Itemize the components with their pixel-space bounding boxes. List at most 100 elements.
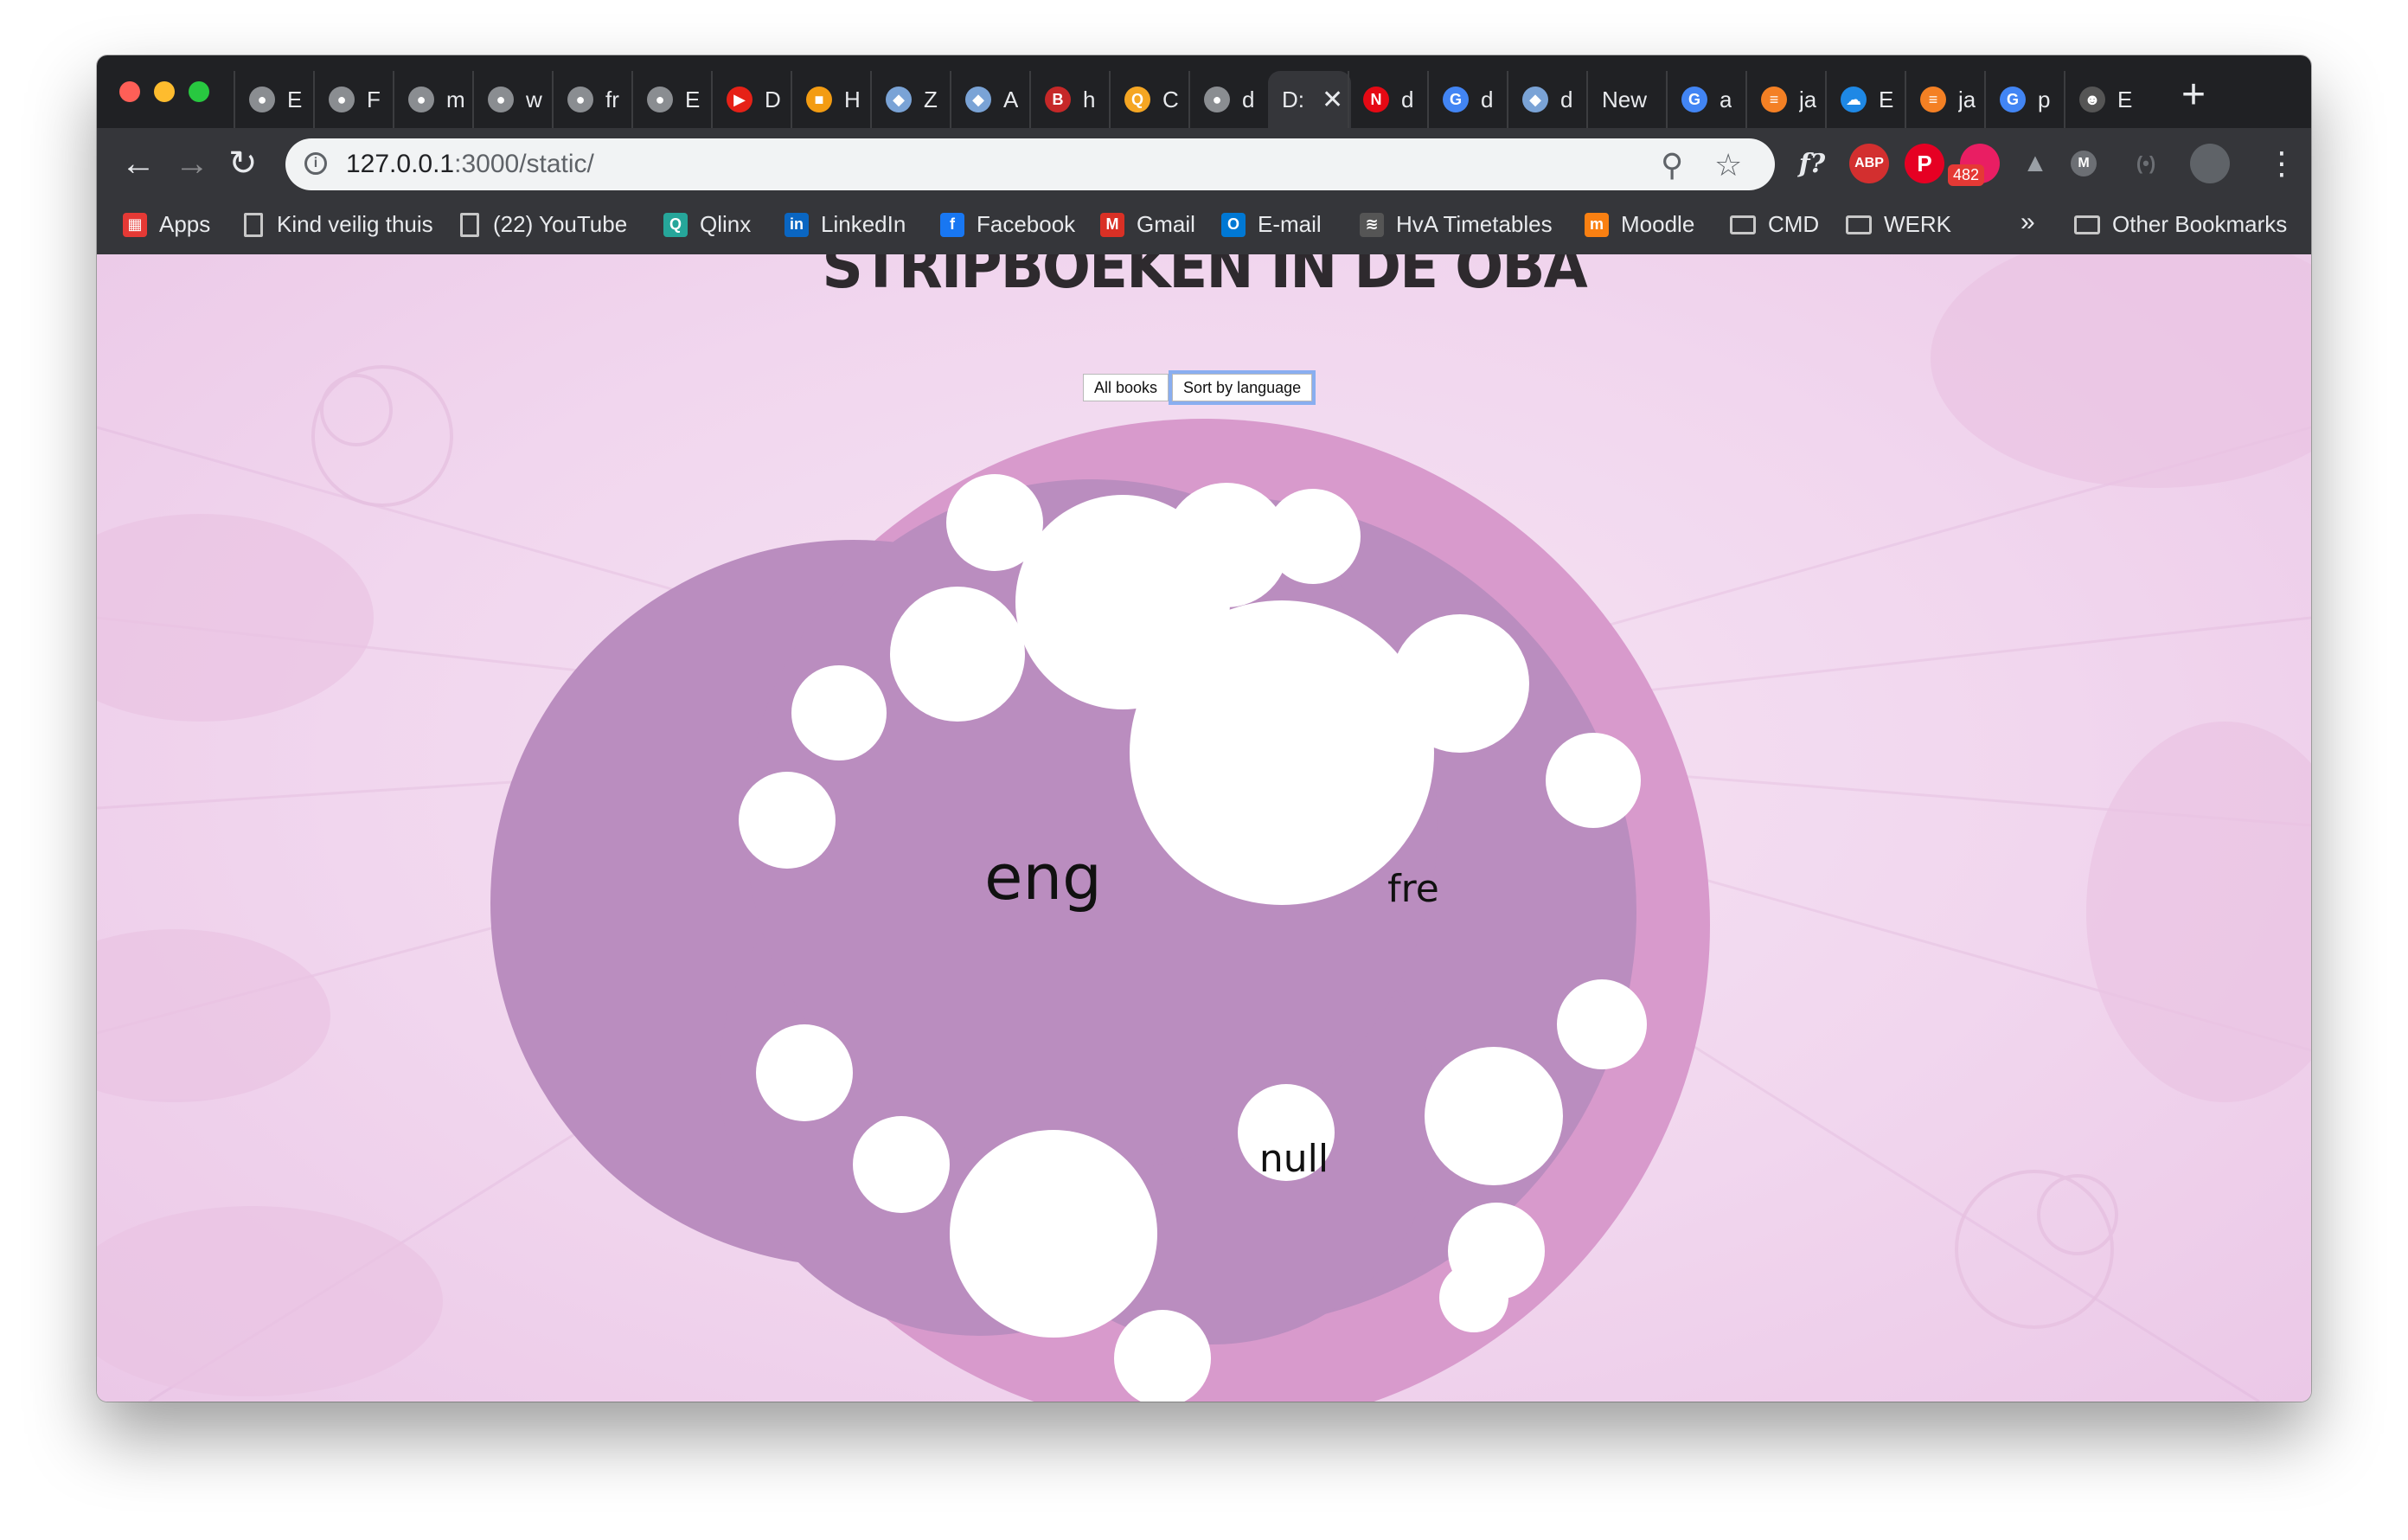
forward-arrow-icon[interactable]: → — [175, 144, 209, 183]
pinterest-icon[interactable]: P — [1905, 144, 1944, 183]
bookmark-label: Qlinx — [700, 211, 752, 237]
browser-tab[interactable]: Gp — [1984, 71, 2064, 128]
tab-title: fr — [605, 86, 619, 112]
qlinx-icon: Q — [663, 212, 688, 237]
page-icon — [460, 212, 479, 237]
browser-tab[interactable]: D: ✕ — [1268, 71, 1351, 128]
book-bubble[interactable] — [756, 1024, 853, 1121]
browser-tab[interactable]: ≡ ja — [1905, 71, 1984, 128]
book-bubble[interactable] — [890, 587, 1025, 722]
reload-icon[interactable]: ↻ — [228, 144, 258, 183]
book-bubble[interactable] — [1130, 600, 1434, 905]
bookmark-item[interactable]: in LinkedIn — [785, 211, 906, 238]
github-icon: ● — [488, 87, 514, 112]
browser-tab[interactable]: ≡ ja — [1745, 71, 1825, 128]
formula-extension-icon[interactable]: f? — [1792, 144, 1832, 183]
book-bubble[interactable] — [791, 665, 887, 760]
bookmark-item[interactable]: Kind veilig thuis — [244, 211, 433, 238]
linkedin-icon: in — [785, 212, 809, 237]
menu-dots-icon[interactable]: ⋮ — [2266, 144, 2297, 183]
tab-title: m — [446, 86, 465, 112]
browser-tab[interactable]: ◆ A — [950, 71, 1029, 128]
browser-tab[interactable]: ● fr — [552, 71, 631, 128]
browser-tab[interactable]: ● F — [313, 71, 393, 128]
folder-icon — [1846, 215, 1872, 234]
browser-tab[interactable]: QC — [1109, 71, 1188, 128]
browser-tab[interactable]: Ga — [1666, 71, 1745, 128]
new-tab-button[interactable]: + — [2181, 74, 2206, 116]
close-window-button[interactable] — [119, 81, 140, 102]
bookmark-star-icon[interactable]: ☆ — [1714, 147, 1742, 183]
maximize-window-button[interactable] — [189, 81, 209, 102]
book-bubble[interactable] — [1425, 1047, 1563, 1185]
browser-tab[interactable]: ☻ E — [2064, 71, 2143, 128]
user-avatar[interactable] — [2190, 144, 2230, 183]
site-info-icon[interactable]: i — [304, 152, 327, 175]
bookmarks-overflow-button[interactable]: » — [2021, 208, 2035, 237]
github-icon: ● — [408, 87, 434, 112]
other-bookmarks[interactable]: Other Bookmarks — [2074, 211, 2287, 238]
bookmark-item[interactable]: CMD — [1730, 211, 1819, 238]
tab-title: a — [1720, 86, 1732, 112]
drive-icon[interactable]: ▲ — [2015, 144, 2055, 183]
browser-tab[interactable]: ◆ d — [1507, 71, 1586, 128]
bookmark-item[interactable]: M Gmail — [1100, 211, 1195, 238]
bookmark-label: Apps — [159, 211, 211, 237]
tab-title: d — [1481, 86, 1494, 112]
book-bubble[interactable] — [1546, 733, 1641, 828]
cube-icon: ◆ — [965, 87, 991, 112]
browser-tab[interactable]: ■ H — [791, 71, 870, 128]
browser-tab[interactable]: ● E — [234, 71, 313, 128]
page-viewport: STRIPBOEKEN IN DE OBA All books Sort by … — [97, 254, 2311, 1402]
browser-tab[interactable]: ◆ Z — [870, 71, 950, 128]
browser-tab[interactable]: Bh — [1029, 71, 1109, 128]
close-tab-icon[interactable]: ✕ — [1322, 85, 1343, 115]
browser-tab[interactable]: New — [1586, 71, 1666, 128]
url-host: 127.0.0.1 — [346, 150, 455, 178]
book-bubble[interactable] — [1557, 979, 1647, 1069]
tab-title: D — [765, 86, 781, 112]
book-bubble[interactable] — [853, 1116, 950, 1213]
bookmark-item[interactable]: ≋ HvA Timetables — [1360, 211, 1553, 238]
browser-tab[interactable]: ● d — [1188, 71, 1268, 128]
bookmark-item[interactable]: ▦ Apps — [123, 211, 210, 238]
bookmark-label: CMD — [1768, 211, 1820, 237]
other-bookmarks-label: Other Bookmarks — [2112, 211, 2288, 237]
cloud-icon: ☁ — [1841, 87, 1867, 112]
bookmark-item[interactable]: O E-mail — [1221, 211, 1322, 238]
adblock-icon[interactable]: ABP — [1849, 144, 1889, 183]
bookmark-item[interactable]: (22) YouTube — [460, 211, 627, 238]
book-bubble[interactable] — [1265, 489, 1361, 584]
browser-tab[interactable]: ☁ E — [1825, 71, 1905, 128]
github-icon: ● — [567, 87, 593, 112]
url-text[interactable]: 127.0.0.1:3000/static/ — [346, 150, 594, 179]
address-bar[interactable]: i 127.0.0.1:3000/static/ ⚲ ☆ — [285, 138, 1775, 190]
google-icon: G — [1681, 87, 1707, 112]
profile-m-icon[interactable]: M — [2071, 151, 2097, 176]
extension-badge: 482 — [1948, 164, 1985, 186]
browser-tab[interactable]: ▶ D — [711, 71, 791, 128]
book-bubble[interactable] — [739, 772, 836, 869]
browser-tab[interactable]: ● E — [631, 71, 711, 128]
square-gradient-icon: ■ — [806, 87, 832, 112]
book-bubble[interactable] — [1439, 1263, 1508, 1332]
back-arrow-icon[interactable]: ← — [121, 144, 156, 183]
bookmark-item[interactable]: Q Qlinx — [663, 211, 751, 238]
book-bubble[interactable] — [950, 1130, 1157, 1338]
bookmark-item[interactable]: f Facebook — [940, 211, 1075, 238]
url-path: :3000/static/ — [454, 150, 594, 178]
book-bubble[interactable] — [1391, 614, 1529, 753]
outlook-icon: O — [1221, 212, 1246, 237]
browser-tab[interactable]: Nd — [1348, 71, 1427, 128]
browser-tab[interactable]: ● m — [393, 71, 472, 128]
bookmark-item[interactable]: m Moodle — [1585, 211, 1694, 238]
cast-icon[interactable]: (•) — [2126, 144, 2166, 183]
netflix-icon: N — [1363, 87, 1389, 112]
browser-tab[interactable]: Gd — [1427, 71, 1507, 128]
group-label-eng: eng — [984, 841, 1102, 914]
page-icon — [244, 212, 263, 237]
minimize-window-button[interactable] — [154, 81, 175, 102]
browser-tab[interactable]: ● w — [472, 71, 552, 128]
bookmark-item[interactable]: WERK — [1846, 211, 1951, 238]
zoom-icon[interactable]: ⚲ — [1661, 147, 1683, 183]
